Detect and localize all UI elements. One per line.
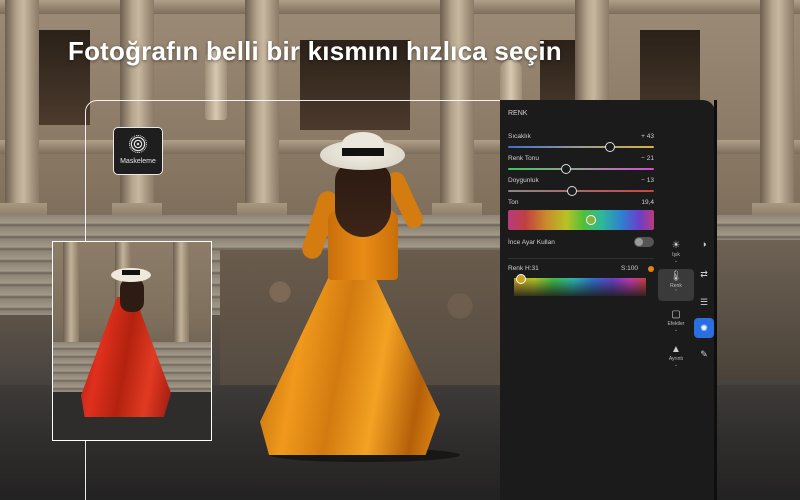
color-picker-header: Renk H:31 S:100 (508, 265, 654, 272)
before-thumbnail (52, 241, 212, 441)
panel-title: RENK (508, 110, 528, 117)
chevron-down-icon: ⌄ (673, 362, 679, 368)
slider-track[interactable] (508, 168, 654, 170)
saturation-readout: S:100 (621, 265, 638, 272)
fine-adjust-toggle[interactable] (634, 237, 654, 247)
effects-icon: ▢ (671, 309, 681, 320)
slider-value: − 21 (641, 155, 654, 162)
divider (508, 258, 654, 259)
sliders-icon[interactable]: ☰ (694, 292, 714, 312)
slider-value: − 13 (641, 177, 654, 184)
stone-rubble (715, 240, 800, 380)
column (752, 0, 800, 225)
woman-hair (335, 162, 391, 237)
column (63, 242, 79, 352)
tone-label: Ton (508, 199, 519, 206)
column (173, 242, 189, 352)
column (112, 0, 162, 225)
slider-track[interactable] (508, 190, 654, 192)
slider-label: Sıcaklık (508, 133, 531, 140)
hat-band (342, 148, 384, 156)
detail-icon: ▲ (671, 344, 681, 355)
healing-icon[interactable]: ✎ (694, 344, 714, 364)
slider-track[interactable] (508, 146, 654, 148)
transform-icon[interactable]: ⇄ (694, 264, 714, 284)
color-picker-knob[interactable] (516, 274, 526, 284)
chevron-up-icon: ⌃ (673, 289, 679, 295)
thermometer-icon: 🌡 (669, 271, 683, 282)
masking-label: Maskeleme (120, 158, 156, 165)
slider-knob[interactable] (561, 164, 572, 174)
tool-light[interactable]: ☀ Işık ⌄ (658, 238, 694, 268)
slider-knob[interactable] (567, 186, 578, 196)
tablet-bezel (714, 100, 717, 500)
circles-icon[interactable]: ◑ (694, 234, 714, 254)
hue-readout: H:31 (525, 265, 539, 272)
tool-effects[interactable]: ▢ Efektler ⌄ (658, 307, 694, 337)
masking-button[interactable]: Maskeleme (113, 127, 163, 175)
mask-icon (129, 135, 147, 153)
page-title: Fotoğrafın belli bir kısmını hızlıca seç… (68, 36, 562, 66)
chevron-down-icon: ⌄ (673, 258, 679, 264)
slider-label: Renk Tonu (508, 155, 539, 162)
woman-hair (120, 278, 144, 312)
tool-color[interactable]: 🌡 Renk ⌃ (658, 269, 694, 301)
orange-skirt (260, 270, 440, 455)
column (0, 0, 47, 225)
color-swatch[interactable] (648, 266, 654, 272)
hat-band (122, 270, 140, 275)
woman-orange-dress (250, 130, 460, 462)
fine-adjust-label: İnce Ayar Kullan (508, 239, 555, 246)
slider-label: Doygunluk (508, 177, 539, 184)
chevron-down-icon: ⌄ (673, 327, 679, 333)
masking-icon[interactable]: ✺ (694, 318, 714, 338)
sun-icon: ☀ (671, 240, 681, 251)
slider-knob[interactable] (605, 142, 616, 152)
slider-value: + 43 (641, 133, 654, 140)
tool-detail[interactable]: ▲ Ayrıntı ⌄ (658, 342, 694, 372)
tone-hue-bar[interactable] (508, 210, 654, 230)
color-picker-label: Renk (508, 265, 524, 272)
tone-value: 19,4 (641, 199, 654, 206)
color-picker-field[interactable] (514, 278, 646, 296)
